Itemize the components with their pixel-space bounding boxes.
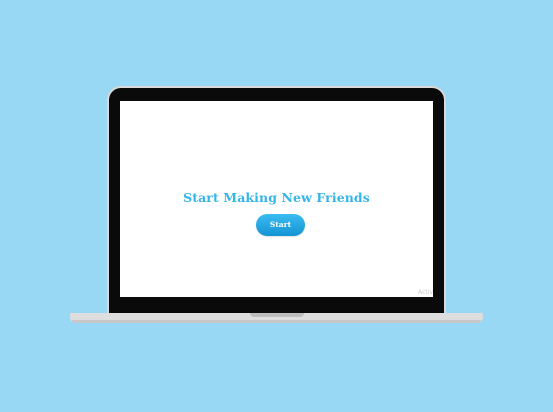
start-button[interactable]: Start [256,214,305,236]
page-title: Start Making New Friends [183,190,370,205]
laptop-notch [250,313,304,317]
laptop-base-shadow [72,320,481,323]
page-background: Start Making New Friends Start Activ [0,0,553,412]
laptop-lid: Start Making New Friends Start Activ [109,88,444,314]
laptop-screen: Start Making New Friends Start Activ [120,101,433,297]
activation-watermark: Activ [418,289,433,296]
